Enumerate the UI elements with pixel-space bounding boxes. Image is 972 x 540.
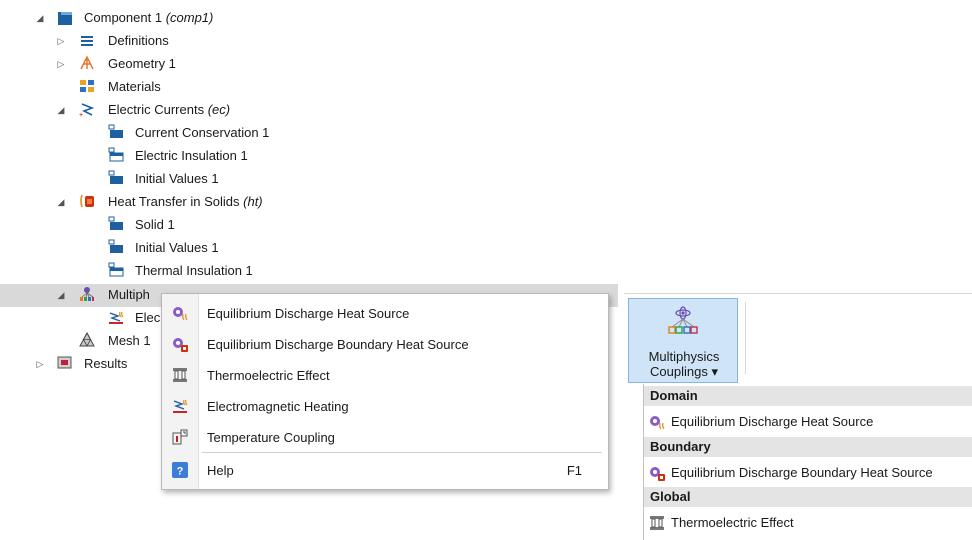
tree-item-initial-values-ec[interactable]: Initial Values 1 (135, 167, 219, 190)
dropdown-item-label: Thermoelectric Effect (671, 515, 794, 530)
multiphysics-couplings-button[interactable]: Multiphysics Couplings ▾ (628, 298, 738, 383)
button-label-line1: Multiphysics (648, 349, 720, 364)
menu-item-label: Temperature Coupling (207, 430, 335, 445)
results-icon (57, 356, 72, 369)
thermoelectric-icon (650, 516, 664, 530)
mesh-icon (79, 332, 95, 347)
domain-node-icon (108, 216, 123, 230)
menu-item-label: Help (207, 463, 234, 478)
tree-item-thermal-insulation[interactable]: Thermal Insulation 1 (135, 259, 253, 282)
ht-label: Heat Transfer in Solids (108, 194, 240, 209)
couplings-dropdown: Domain Equilibrium Discharge Heat Source… (643, 384, 972, 540)
electromagnetic-heating-icon (173, 399, 188, 413)
expand-arrow-icon[interactable]: ▷ (56, 59, 66, 69)
tree-item-current-conservation[interactable]: Current Conservation 1 (135, 121, 269, 144)
domain-node-icon (108, 239, 123, 253)
discharge-heat-source-icon (650, 416, 665, 430)
electromagnetic-heating-icon (109, 311, 124, 324)
component-tag: (comp1) (165, 10, 214, 25)
menu-item-equilibrium-discharge-boundary-heat-source[interactable]: Equilibrium Discharge Boundary Heat Sour… (162, 329, 608, 360)
tree-item-geometry[interactable]: Geometry 1 (108, 52, 176, 75)
menu-item-thermoelectric-effect[interactable]: Thermoelectric Effect (162, 360, 608, 391)
menu-item-label: Thermoelectric Effect (207, 368, 330, 383)
discharge-heat-source-icon (173, 307, 188, 321)
multiphysics-couplings-icon (668, 306, 698, 334)
expand-arrow-icon[interactable]: ▷ (35, 359, 45, 369)
section-header-global: Global (644, 487, 972, 507)
multiphysics-icon (80, 287, 94, 301)
ht-tag: (ht) (243, 194, 263, 209)
thermoelectric-icon (173, 368, 187, 382)
tree-item-component[interactable]: Component 1 (comp1) (84, 6, 213, 29)
tree-item-multiphysics[interactable]: Multiph (108, 283, 150, 306)
geometry-icon (80, 55, 94, 70)
tree-item-mesh[interactable]: Mesh 1 (108, 329, 151, 352)
ribbon-separator (745, 302, 746, 374)
dropdown-item-label: Equilibrium Discharge Heat Source (671, 414, 874, 429)
menu-item-equilibrium-discharge-heat-source[interactable]: Equilibrium Discharge Heat Source (162, 298, 608, 329)
menu-item-electromagnetic-heating[interactable]: Electromagnetic Heating (162, 391, 608, 422)
collapse-arrow-icon[interactable]: ◢ (35, 13, 45, 23)
dropdown-item-label: Equilibrium Discharge Boundary Heat Sour… (671, 465, 933, 480)
dropdown-item-equilibrium-discharge-heat-source[interactable]: Equilibrium Discharge Heat Source (644, 406, 972, 437)
definitions-icon (81, 36, 93, 46)
component-label: Component 1 (84, 10, 163, 25)
tree-item-materials[interactable]: Materials (108, 75, 161, 98)
tree-item-heat-transfer: Heat Transfer in Solids (ht) (108, 190, 263, 213)
menu-item-label: Equilibrium Discharge Boundary Heat Sour… (207, 337, 469, 352)
svg-text:?: ? (177, 466, 184, 478)
discharge-boundary-heat-source-icon (173, 338, 188, 352)
domain-node-icon (108, 170, 123, 184)
dropdown-item-equilibrium-discharge-boundary-heat-source[interactable]: Equilibrium Discharge Boundary Heat Sour… (644, 457, 972, 488)
button-label-line2: Couplings ▾ (650, 364, 718, 379)
collapse-arrow-icon[interactable]: ◢ (56, 290, 66, 300)
tree-item-results[interactable]: Results (84, 352, 127, 375)
shortcut-label: F1 (566, 463, 582, 478)
discharge-boundary-heat-source-icon (650, 467, 665, 481)
tree-item-electric-currents: Electric Currents (ec) (108, 98, 230, 121)
tree-item-electric-insulation[interactable]: Electric Insulation 1 (135, 144, 248, 167)
ec-tag: (ec) (207, 102, 231, 117)
collapse-arrow-icon[interactable]: ◢ (56, 105, 66, 115)
menu-item-label: Equilibrium Discharge Heat Source (207, 306, 410, 321)
expand-arrow-icon[interactable]: ▷ (56, 36, 66, 46)
menu-separator (202, 452, 602, 453)
heat-transfer-icon (80, 194, 94, 208)
menu-item-label: Electromagnetic Heating (207, 399, 349, 414)
boundary-node-icon (108, 262, 124, 277)
collapse-arrow-icon[interactable]: ◢ (56, 197, 66, 207)
materials-icon (80, 80, 94, 92)
section-header-boundary: Boundary (644, 437, 972, 457)
svg-text:+: + (79, 112, 83, 117)
boundary-node-icon (108, 147, 124, 162)
component-icon (58, 12, 72, 25)
dropdown-item-thermoelectric-effect[interactable]: Thermoelectric Effect (644, 507, 972, 538)
tree-item-initial-values-ht[interactable]: Initial Values 1 (135, 236, 219, 259)
domain-node-icon (108, 124, 123, 138)
multiphysics-context-menu: Equilibrium Discharge Heat Source Equili… (161, 293, 609, 490)
electric-currents-icon: + (79, 103, 95, 117)
menu-item-help[interactable]: ? Help F1 (162, 455, 608, 486)
section-header-domain: Domain (644, 386, 972, 406)
menu-item-temperature-coupling[interactable]: Temperature Coupling (162, 422, 608, 453)
ec-label: Electric Currents (108, 102, 205, 117)
tree-item-multiphysics-child[interactable]: Elec (135, 306, 160, 329)
help-icon: ? (172, 462, 188, 478)
tree-item-solid[interactable]: Solid 1 (135, 213, 175, 236)
tree-item-definitions[interactable]: Definitions (108, 29, 169, 52)
temperature-coupling-icon (172, 429, 188, 445)
